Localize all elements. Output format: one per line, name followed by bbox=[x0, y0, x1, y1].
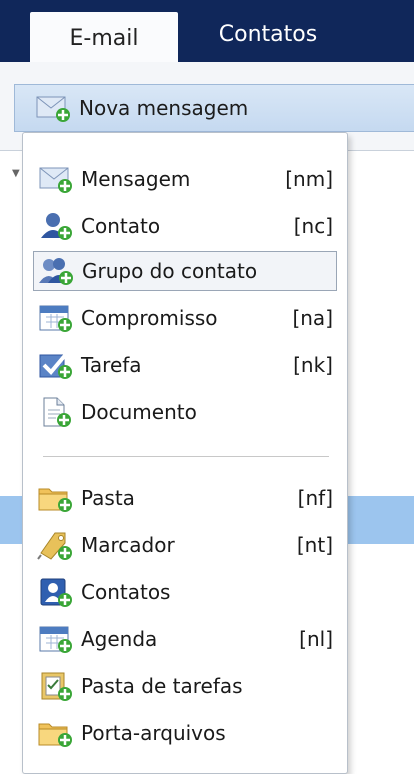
menu-item-label: Pasta bbox=[81, 486, 135, 510]
menu-item-label: Marcador bbox=[81, 533, 175, 557]
calendar-icon bbox=[37, 302, 73, 334]
menu-item-pasta[interactable]: Pasta [nf] bbox=[33, 478, 337, 518]
briefcase-folder-icon bbox=[37, 717, 73, 749]
menu-item-contato[interactable]: Contato [nc] bbox=[33, 206, 337, 246]
document-icon bbox=[37, 396, 73, 428]
address-book-icon bbox=[37, 576, 73, 608]
task-folder-icon bbox=[37, 670, 73, 702]
menu-item-shortcut: [na] bbox=[292, 306, 333, 330]
menu-item-label: Grupo do contato bbox=[82, 259, 258, 283]
menu-item-contatos[interactable]: Contatos bbox=[33, 572, 337, 612]
menu-item-tarefa[interactable]: Tarefa [nk] bbox=[33, 345, 337, 385]
tag-icon bbox=[37, 529, 73, 561]
new-item-menu: Mensagem [nm] Contato [nc] Grupo do cont… bbox=[22, 132, 348, 774]
menu-item-label: Porta-arquivos bbox=[81, 721, 226, 745]
menu-item-porta-arquivos[interactable]: Porta-arquivos bbox=[33, 713, 337, 753]
menu-item-shortcut: [nc] bbox=[293, 214, 333, 238]
tab-contatos[interactable]: Contatos bbox=[178, 14, 358, 54]
menu-item-marcador[interactable]: Marcador [nt] bbox=[33, 525, 337, 565]
contact-group-icon bbox=[38, 255, 74, 287]
menu-item-shortcut: [nt] bbox=[296, 533, 333, 557]
new-message-button[interactable]: Nova mensagem bbox=[14, 84, 414, 132]
menu-item-compromisso[interactable]: Compromisso [na] bbox=[33, 298, 337, 338]
chevron-down-icon[interactable]: ▼ bbox=[12, 168, 20, 179]
menu-item-label: Contatos bbox=[81, 580, 171, 604]
menu-item-pasta-de-tarefas[interactable]: Pasta de tarefas bbox=[33, 666, 337, 706]
menu-item-label: Pasta de tarefas bbox=[81, 674, 243, 698]
menu-item-grupo-do-contato[interactable]: Grupo do contato bbox=[33, 251, 337, 291]
calendar-icon bbox=[37, 623, 73, 655]
menu-item-label: Tarefa bbox=[81, 353, 142, 377]
menu-item-agenda[interactable]: Agenda [nl] bbox=[33, 619, 337, 659]
menu-item-label: Mensagem bbox=[81, 167, 191, 191]
envelope-plus-icon bbox=[35, 93, 71, 123]
menu-item-shortcut: [nm] bbox=[285, 167, 333, 191]
menu-item-documento[interactable]: Documento bbox=[33, 392, 337, 432]
envelope-icon bbox=[37, 163, 73, 195]
new-message-label: Nova mensagem bbox=[79, 96, 249, 120]
menu-item-label: Documento bbox=[81, 400, 197, 424]
menu-item-label: Agenda bbox=[81, 627, 158, 651]
menu-item-shortcut: [nf] bbox=[297, 486, 333, 510]
menu-separator bbox=[43, 456, 329, 457]
folder-icon bbox=[37, 482, 73, 514]
contact-icon bbox=[37, 210, 73, 242]
task-check-icon bbox=[37, 349, 73, 381]
menu-item-mensagem[interactable]: Mensagem [nm] bbox=[33, 159, 337, 199]
menu-item-shortcut: [nk] bbox=[293, 353, 333, 377]
menu-item-label: Compromisso bbox=[81, 306, 218, 330]
menu-item-shortcut: [nl] bbox=[299, 627, 333, 651]
tab-email[interactable]: E-mail bbox=[30, 12, 178, 64]
menu-item-label: Contato bbox=[81, 214, 161, 238]
tab-bar: E-mail Contatos bbox=[0, 0, 414, 64]
